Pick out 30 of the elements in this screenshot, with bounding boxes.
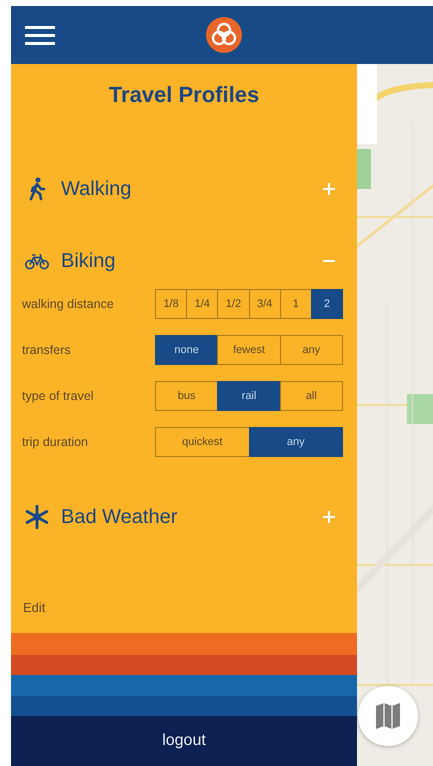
expand-icon[interactable] xyxy=(323,511,335,523)
choice-button[interactable]: none xyxy=(155,335,218,365)
choice-button[interactable]: all xyxy=(280,381,343,411)
choice-button[interactable]: 1/4 xyxy=(186,289,218,319)
choice-button[interactable]: 1/8 xyxy=(155,289,188,319)
choice-button[interactable]: 2 xyxy=(310,289,344,319)
edit-link[interactable]: Edit xyxy=(11,600,46,615)
profile-header[interactable]: Walking xyxy=(11,169,357,209)
profile-header[interactable]: Bad Weather xyxy=(11,497,357,537)
option-label: walking distance xyxy=(22,297,114,311)
profile-header[interactable]: Biking xyxy=(11,241,357,281)
profile-label: Walking xyxy=(61,178,132,200)
drawer-title: Travel Profiles xyxy=(108,82,260,108)
choice-button[interactable]: any xyxy=(280,335,343,365)
logout-button[interactable]: logout xyxy=(11,716,357,766)
option-label: transfers xyxy=(22,343,71,357)
expand-icon[interactable] xyxy=(323,183,335,195)
choice-button[interactable]: 1/2 xyxy=(217,289,250,319)
choice-button[interactable]: 3/4 xyxy=(248,289,281,319)
choice-button[interactable]: any xyxy=(248,427,343,457)
logo-icon xyxy=(206,17,242,53)
map-icon xyxy=(376,703,400,729)
menu-icon[interactable] xyxy=(25,25,55,45)
profile-label: Bad Weather xyxy=(61,506,178,528)
option-label: trip duration xyxy=(22,435,88,449)
choice-button[interactable]: rail xyxy=(217,381,281,411)
profile-label: Biking xyxy=(61,250,116,272)
choice-button[interactable]: fewest xyxy=(217,335,281,365)
option-label: type of travel xyxy=(22,389,94,403)
snowflake-icon xyxy=(25,505,49,529)
